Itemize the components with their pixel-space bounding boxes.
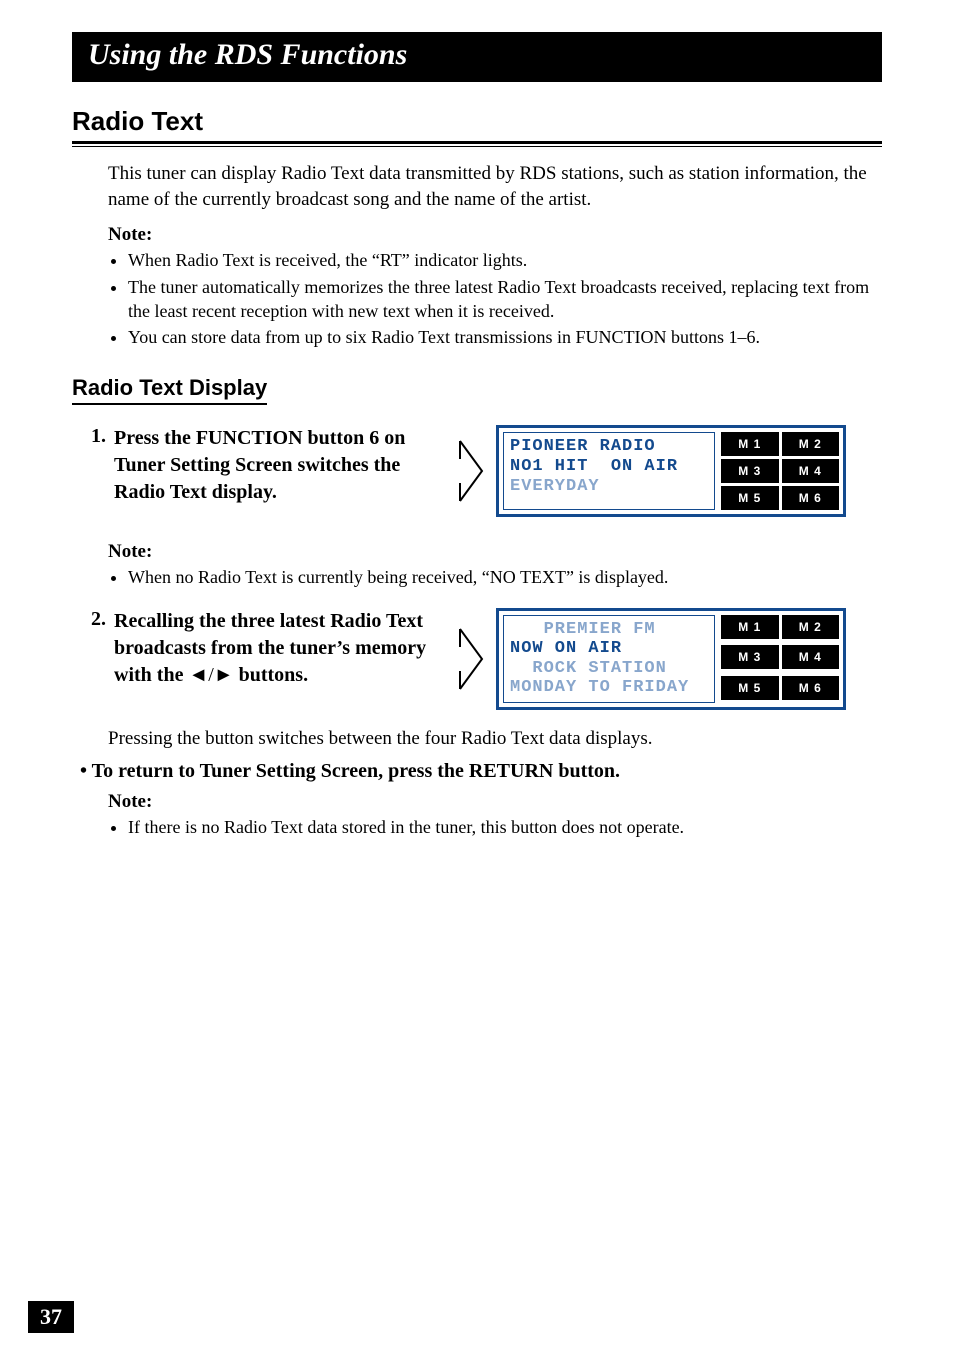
panel-main-text: PREMIER FM NOW ON AIR ROCK STATION MONDA…: [503, 615, 715, 703]
step-row-2: 2. Recalling the three latest Radio Text…: [72, 608, 882, 710]
note-item: You can store data from up to six Radio …: [128, 325, 882, 349]
cursor-arrow-icon: [456, 439, 486, 503]
note-item: When Radio Text is received, the “RT” in…: [128, 248, 882, 272]
panel-m-grid: M 1 M 2 M 3 M 4 M 5 M 6: [721, 615, 839, 703]
m-cell: M 2: [782, 432, 840, 456]
note-label: Note:: [108, 791, 882, 813]
step-text: Press the FUNCTION button 6 on Tuner Set…: [114, 425, 456, 506]
divider-thick: [72, 141, 882, 144]
return-instruction: To return to Tuner Setting Screen, press…: [80, 760, 882, 783]
m-cell: M 1: [721, 432, 779, 456]
step-row-1: 1. Press the FUNCTION button 6 on Tuner …: [72, 425, 882, 517]
panel-m-grid: M 1 M 2 M 3 M 4 M 5 M 6: [721, 432, 839, 510]
note-item: The tuner automatically memorizes the th…: [128, 275, 882, 324]
m-cell: M 5: [721, 486, 779, 510]
section-title: Radio Text: [72, 106, 882, 137]
display-panel-2: PREMIER FM NOW ON AIR ROCK STATION MONDA…: [496, 608, 846, 710]
display-panel-1: PIONEER RADIO NO1 HIT ON AIR EVERYDAY M …: [496, 425, 846, 517]
note-list: If there is no Radio Text data stored in…: [108, 815, 882, 839]
step-graphic: PIONEER RADIO NO1 HIT ON AIR EVERYDAY M …: [456, 425, 882, 517]
note-list: When Radio Text is received, the “RT” in…: [108, 248, 882, 349]
note-list: When no Radio Text is currently being re…: [108, 565, 882, 589]
section-intro: This tuner can display Radio Text data t…: [108, 161, 882, 212]
cursor-arrow-icon: [456, 627, 486, 691]
m-cell: M 6: [782, 676, 840, 700]
panel-main-text: PIONEER RADIO NO1 HIT ON AIR EVERYDAY: [503, 432, 715, 510]
left-right-arrows-icon: ◄/►: [188, 664, 233, 686]
after-step2-text: Pressing the button switches between the…: [108, 728, 882, 750]
m-cell: M 4: [782, 459, 840, 483]
chapter-banner: Using the RDS Functions: [72, 32, 882, 82]
m-cell: M 1: [721, 615, 779, 639]
subsection-title: Radio Text Display: [72, 375, 267, 405]
step-text: Recalling the three latest Radio Text br…: [114, 608, 456, 689]
m-cell: M 5: [721, 676, 779, 700]
step-number: 1.: [72, 425, 114, 448]
m-cell: M 3: [721, 645, 779, 669]
note-label: Note:: [108, 224, 882, 246]
m-cell: M 2: [782, 615, 840, 639]
divider-thin: [72, 146, 882, 147]
m-cell: M 6: [782, 486, 840, 510]
note-label: Note:: [108, 541, 882, 563]
m-cell: M 3: [721, 459, 779, 483]
step-graphic: PREMIER FM NOW ON AIR ROCK STATION MONDA…: [456, 608, 882, 710]
m-cell: M 4: [782, 645, 840, 669]
note-item: If there is no Radio Text data stored in…: [128, 815, 882, 839]
step-number: 2.: [72, 608, 114, 631]
page-number: 37: [28, 1301, 74, 1333]
note-item: When no Radio Text is currently being re…: [128, 565, 882, 589]
